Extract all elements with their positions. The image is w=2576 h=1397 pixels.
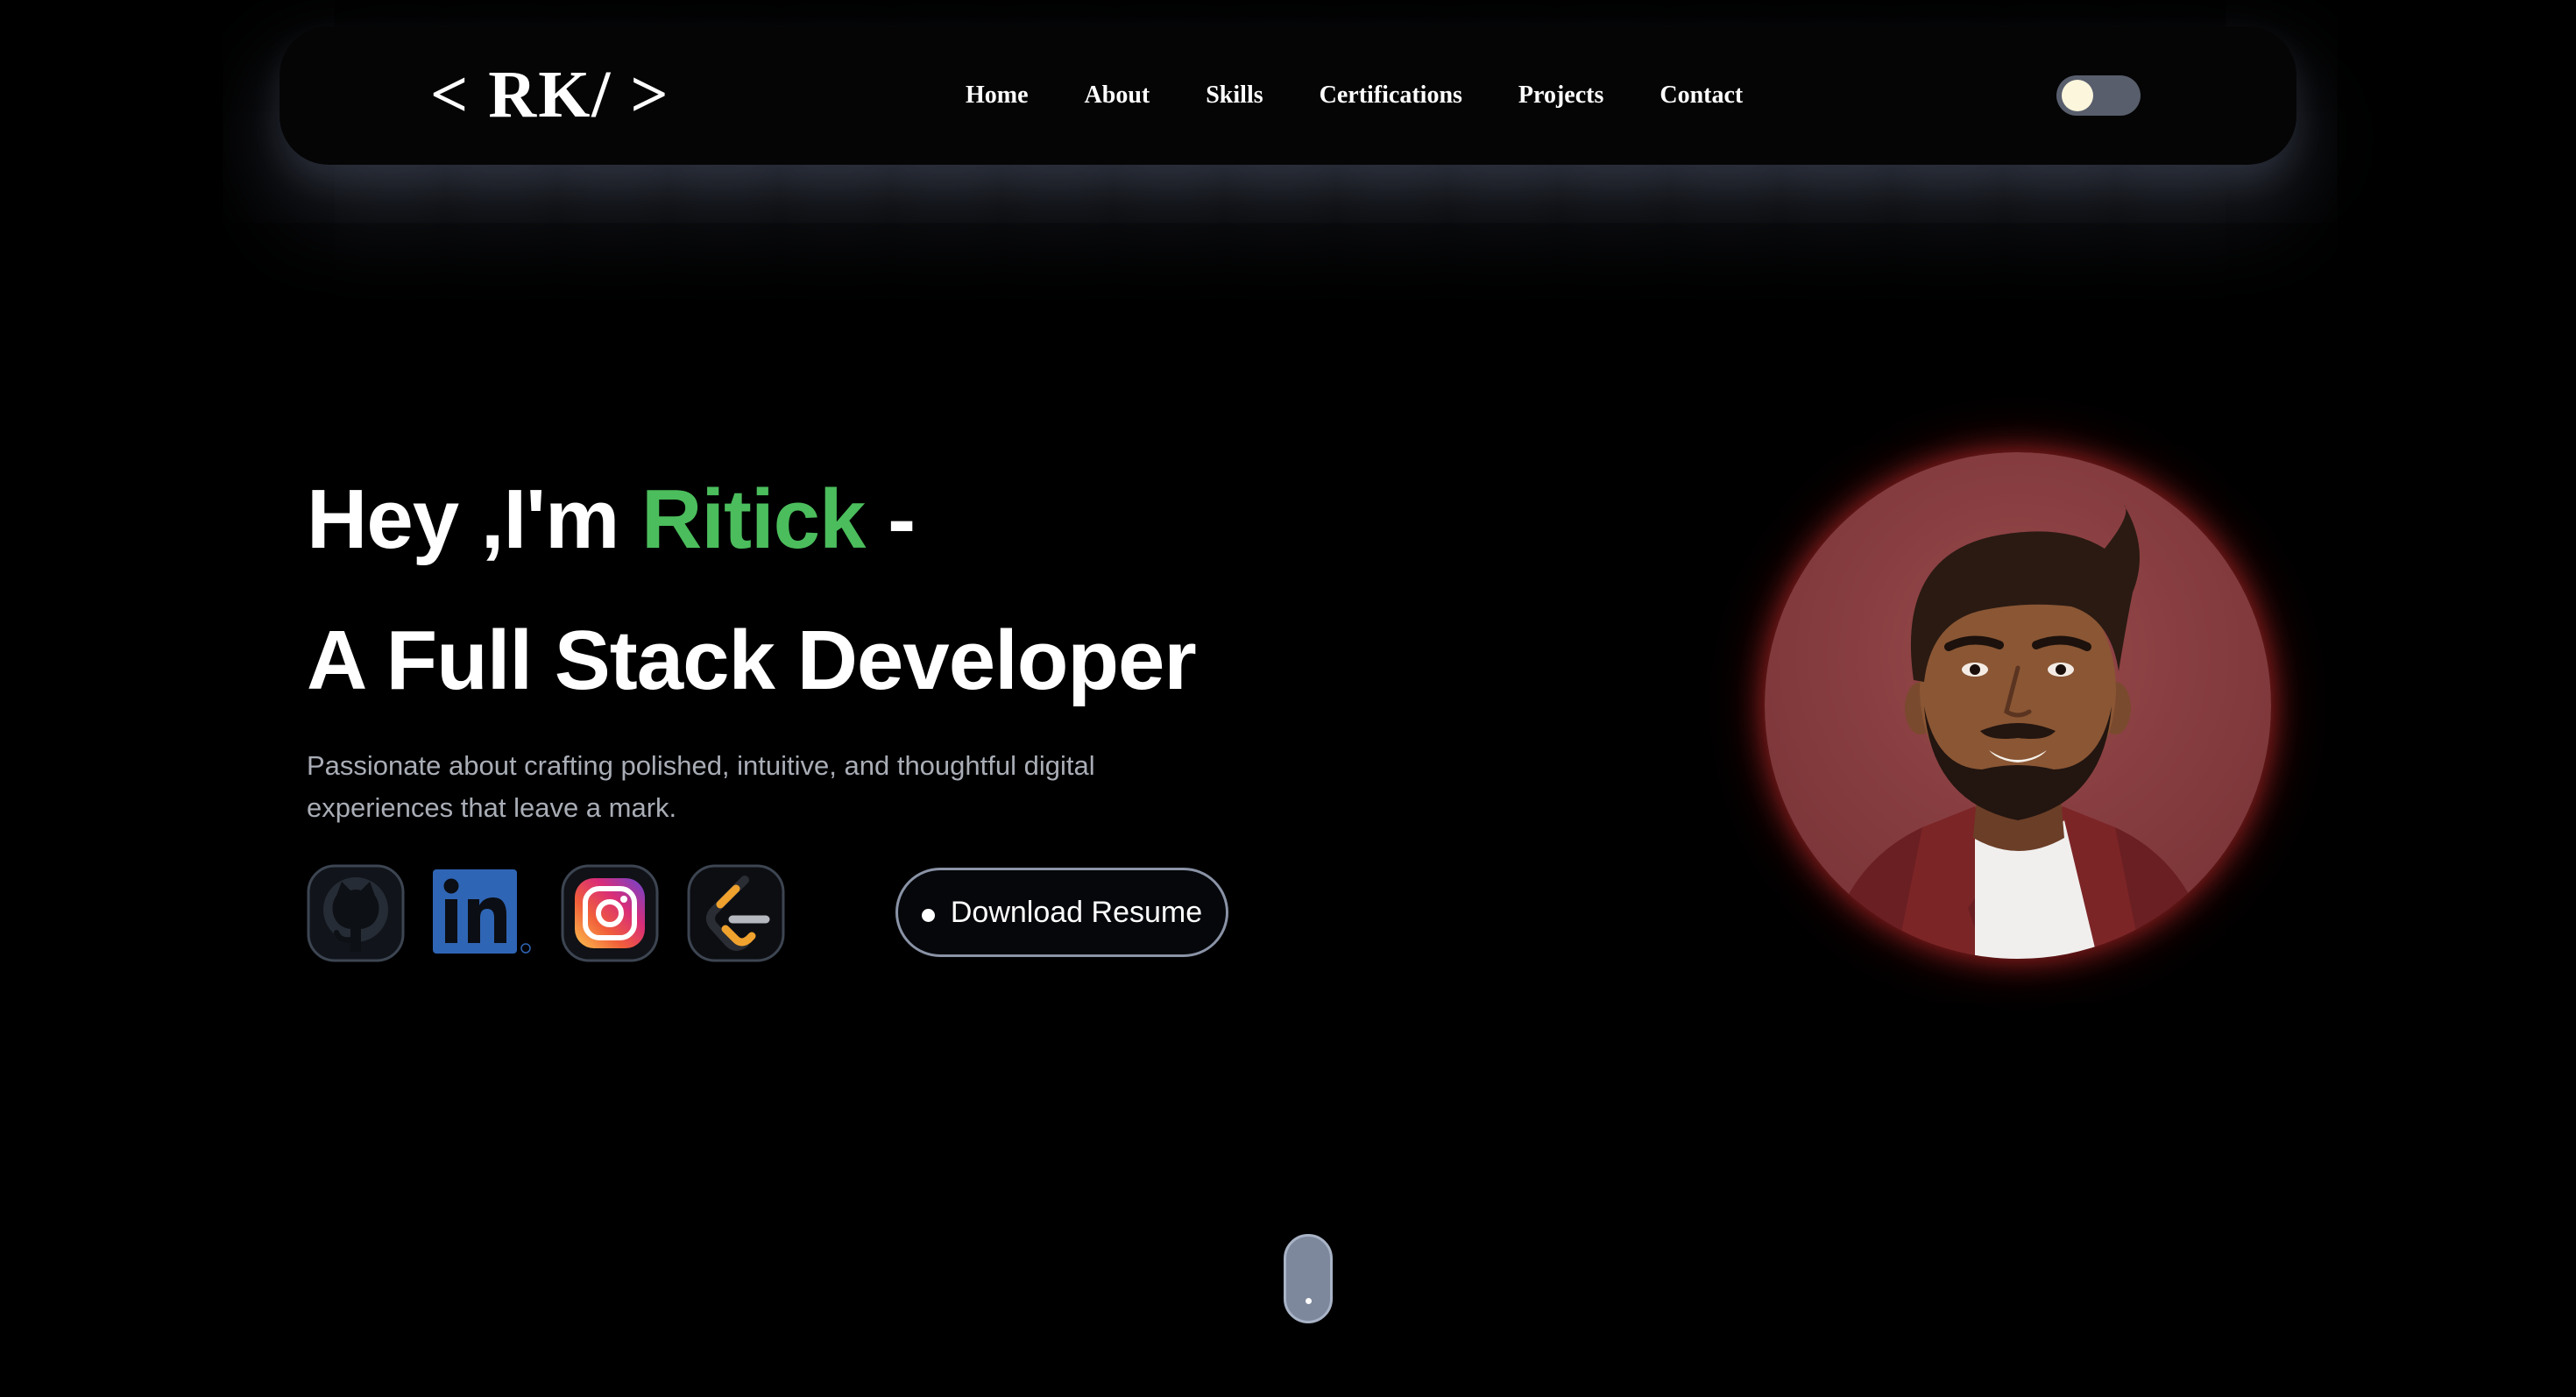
nav-links: Home About Skills Certifications Project… (966, 26, 1799, 165)
greeting-prefix: Hey ,I'm (307, 472, 641, 566)
nav-link-home[interactable]: Home (966, 82, 1029, 110)
linkedin-icon (433, 869, 531, 954)
scroll-down-indicator[interactable] (1284, 1234, 1333, 1323)
hero-description: Passionate about crafting polished, intu… (307, 750, 1095, 823)
nav-link-contact[interactable]: Contact (1660, 82, 1743, 110)
toggle-knob (2062, 80, 2093, 111)
instagram-link[interactable] (561, 864, 659, 962)
profile-illustration (1765, 452, 2271, 959)
theme-toggle[interactable] (2056, 75, 2141, 116)
hero-role: A Full Stack Developer (307, 613, 1197, 707)
greeting-suffix: - (865, 472, 916, 566)
instagram-icon (561, 864, 659, 962)
download-resume-label: Download Resume (950, 895, 1203, 929)
hero-greeting: Hey ,I'm Ritick - (307, 478, 916, 562)
linkedin-link[interactable] (433, 864, 531, 962)
github-link[interactable] (307, 864, 405, 962)
nav-link-skills[interactable]: Skills (1206, 82, 1263, 110)
leetcode-icon (687, 864, 785, 962)
hero-name: Ritick (640, 472, 866, 566)
navbar: < RK/ > Home About Skills Certifications… (280, 26, 2296, 165)
scroll-dot (1306, 1298, 1312, 1304)
dot-icon (921, 908, 935, 922)
nav-link-projects[interactable]: Projects (1518, 82, 1603, 110)
profile-photo (1765, 452, 2271, 959)
leetcode-link[interactable] (687, 864, 785, 962)
github-icon (307, 864, 405, 962)
download-resume-button[interactable]: Download Resume (895, 868, 1228, 957)
nav-link-certifications[interactable]: Certifications (1320, 82, 1462, 110)
site-logo[interactable]: < RK/ > (430, 61, 670, 128)
nav-link-about[interactable]: About (1085, 82, 1150, 110)
